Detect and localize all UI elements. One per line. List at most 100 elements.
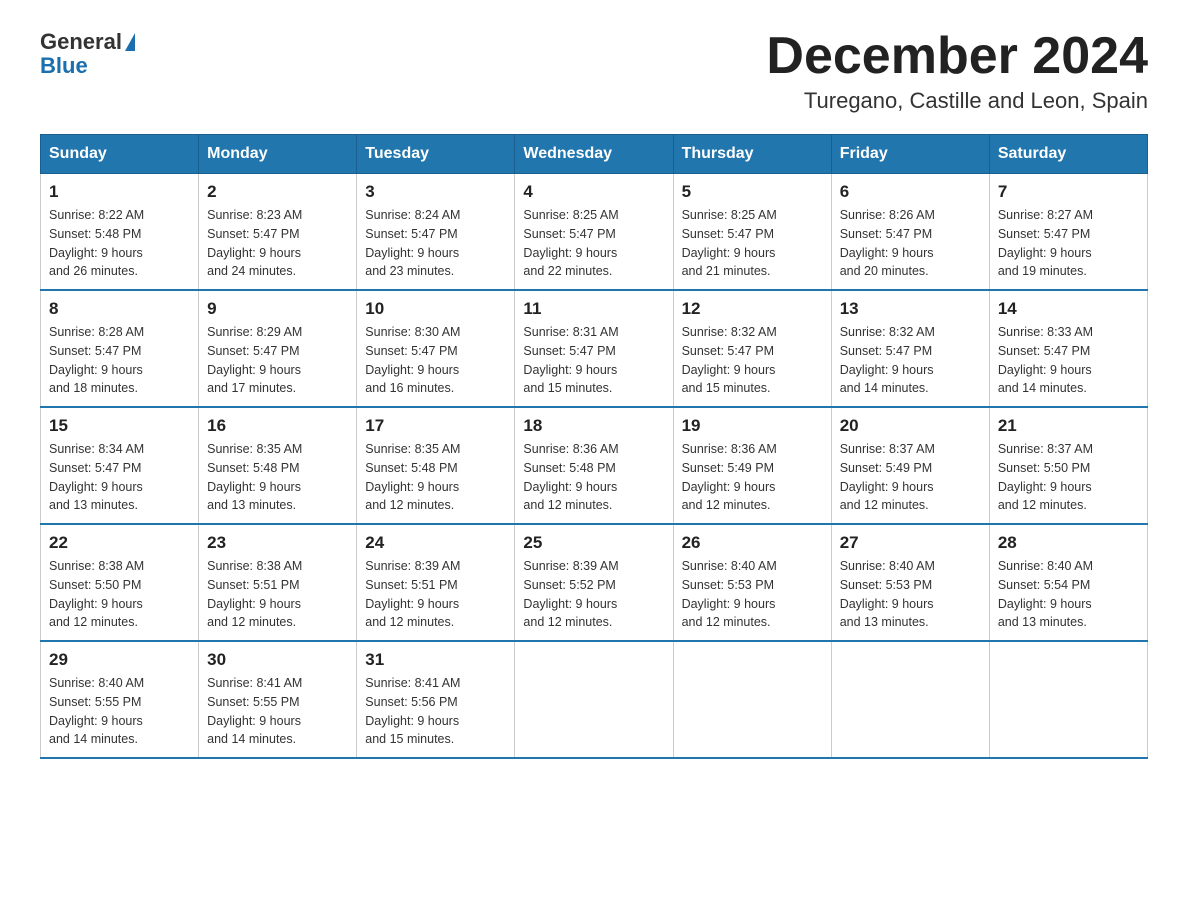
calendar-table: SundayMondayTuesdayWednesdayThursdayFrid… bbox=[40, 134, 1148, 759]
calendar-cell: 23Sunrise: 8:38 AMSunset: 5:51 PMDayligh… bbox=[199, 524, 357, 641]
day-info: Sunrise: 8:32 AMSunset: 5:47 PMDaylight:… bbox=[682, 323, 823, 398]
day-number: 18 bbox=[523, 416, 664, 436]
calendar-week-row: 29 Sunrise: 8:40 AMSunset: 5:55 PMDayligh… bbox=[41, 641, 1148, 758]
day-info: Sunrise: 8:40 AMSunset: 5:54 PMDaylight:… bbox=[998, 557, 1139, 632]
day-number: 8 bbox=[49, 299, 190, 319]
day-info: Sunrise: 8:26 AMSunset: 5:47 PMDaylight:… bbox=[840, 206, 981, 281]
calendar-week-row: 15Sunrise: 8:34 AMSunset: 5:47 PMDayligh… bbox=[41, 407, 1148, 524]
day-info: Sunrise: 8:33 AMSunset: 5:47 PMDaylight:… bbox=[998, 323, 1139, 398]
calendar-cell: 29 Sunrise: 8:40 AMSunset: 5:55 PMDayligh… bbox=[41, 641, 199, 758]
calendar-header-tuesday: Tuesday bbox=[357, 135, 515, 174]
calendar-cell: 17 Sunrise: 8:35 AMSunset: 5:48 PMDayligh… bbox=[357, 407, 515, 524]
day-number: 23 bbox=[207, 533, 348, 553]
day-info: Sunrise: 8:36 AMSunset: 5:49 PMDaylight:… bbox=[682, 440, 823, 515]
day-info: Sunrise: 8:24 AMSunset: 5:47 PMDaylight:… bbox=[365, 206, 506, 281]
day-number: 24 bbox=[365, 533, 506, 553]
calendar-cell: 19Sunrise: 8:36 AMSunset: 5:49 PMDayligh… bbox=[673, 407, 831, 524]
day-info: Sunrise: 8:40 AMSunset: 5:53 PMDaylight:… bbox=[840, 557, 981, 632]
calendar-cell: 15Sunrise: 8:34 AMSunset: 5:47 PMDayligh… bbox=[41, 407, 199, 524]
calendar-cell: 9 Sunrise: 8:29 AMSunset: 5:47 PMDaylight… bbox=[199, 290, 357, 407]
day-number: 12 bbox=[682, 299, 823, 319]
day-number: 9 bbox=[207, 299, 348, 319]
calendar-cell: 10Sunrise: 8:30 AMSunset: 5:47 PMDayligh… bbox=[357, 290, 515, 407]
day-info: Sunrise: 8:25 AMSunset: 5:47 PMDaylight:… bbox=[682, 206, 823, 281]
day-number: 27 bbox=[840, 533, 981, 553]
calendar-cell: 13 Sunrise: 8:32 AMSunset: 5:47 PMDayligh… bbox=[831, 290, 989, 407]
logo: General Blue bbox=[40, 30, 135, 78]
calendar-header-row: SundayMondayTuesdayWednesdayThursdayFrid… bbox=[41, 135, 1148, 174]
calendar-cell: 4 Sunrise: 8:25 AMSunset: 5:47 PMDaylight… bbox=[515, 174, 673, 291]
day-info: Sunrise: 8:32 AMSunset: 5:47 PMDaylight:… bbox=[840, 323, 981, 398]
logo-triangle-icon bbox=[125, 33, 135, 51]
day-info: Sunrise: 8:40 AMSunset: 5:55 PMDaylight:… bbox=[49, 674, 190, 749]
day-number: 2 bbox=[207, 182, 348, 202]
day-number: 15 bbox=[49, 416, 190, 436]
month-title: December 2024 bbox=[766, 30, 1148, 82]
day-info: Sunrise: 8:41 AMSunset: 5:56 PMDaylight:… bbox=[365, 674, 506, 749]
day-info: Sunrise: 8:35 AMSunset: 5:48 PMDaylight:… bbox=[207, 440, 348, 515]
page-header: General Blue December 2024 Turegano, Cas… bbox=[40, 30, 1148, 114]
calendar-header-friday: Friday bbox=[831, 135, 989, 174]
calendar-cell: 20Sunrise: 8:37 AMSunset: 5:49 PMDayligh… bbox=[831, 407, 989, 524]
calendar-header-saturday: Saturday bbox=[989, 135, 1147, 174]
day-info: Sunrise: 8:36 AMSunset: 5:48 PMDaylight:… bbox=[523, 440, 664, 515]
day-number: 17 bbox=[365, 416, 506, 436]
day-number: 1 bbox=[49, 182, 190, 202]
calendar-cell: 2 Sunrise: 8:23 AMSunset: 5:47 PMDaylight… bbox=[199, 174, 357, 291]
calendar-cell: 14 Sunrise: 8:33 AMSunset: 5:47 PMDayligh… bbox=[989, 290, 1147, 407]
day-number: 7 bbox=[998, 182, 1139, 202]
day-info: Sunrise: 8:38 AMSunset: 5:50 PMDaylight:… bbox=[49, 557, 190, 632]
calendar-week-row: 1 Sunrise: 8:22 AMSunset: 5:48 PMDaylight… bbox=[41, 174, 1148, 291]
day-number: 28 bbox=[998, 533, 1139, 553]
day-info: Sunrise: 8:31 AMSunset: 5:47 PMDaylight:… bbox=[523, 323, 664, 398]
calendar-cell: 18 Sunrise: 8:36 AMSunset: 5:48 PMDayligh… bbox=[515, 407, 673, 524]
day-info: Sunrise: 8:30 AMSunset: 5:47 PMDaylight:… bbox=[365, 323, 506, 398]
calendar-cell: 5 Sunrise: 8:25 AMSunset: 5:47 PMDaylight… bbox=[673, 174, 831, 291]
day-info: Sunrise: 8:29 AMSunset: 5:47 PMDaylight:… bbox=[207, 323, 348, 398]
calendar-cell bbox=[673, 641, 831, 758]
calendar-cell: 30Sunrise: 8:41 AMSunset: 5:55 PMDayligh… bbox=[199, 641, 357, 758]
day-info: Sunrise: 8:39 AMSunset: 5:52 PMDaylight:… bbox=[523, 557, 664, 632]
calendar-cell: 25 Sunrise: 8:39 AMSunset: 5:52 PMDayligh… bbox=[515, 524, 673, 641]
calendar-cell: 16 Sunrise: 8:35 AMSunset: 5:48 PMDayligh… bbox=[199, 407, 357, 524]
calendar-cell: 22Sunrise: 8:38 AMSunset: 5:50 PMDayligh… bbox=[41, 524, 199, 641]
day-number: 5 bbox=[682, 182, 823, 202]
calendar-cell: 3 Sunrise: 8:24 AMSunset: 5:47 PMDaylight… bbox=[357, 174, 515, 291]
calendar-cell: 27 Sunrise: 8:40 AMSunset: 5:53 PMDayligh… bbox=[831, 524, 989, 641]
title-block: December 2024 Turegano, Castille and Leo… bbox=[766, 30, 1148, 114]
day-number: 6 bbox=[840, 182, 981, 202]
day-info: Sunrise: 8:27 AMSunset: 5:47 PMDaylight:… bbox=[998, 206, 1139, 281]
day-info: Sunrise: 8:35 AMSunset: 5:48 PMDaylight:… bbox=[365, 440, 506, 515]
calendar-cell: 11Sunrise: 8:31 AMSunset: 5:47 PMDayligh… bbox=[515, 290, 673, 407]
calendar-cell: 6 Sunrise: 8:26 AMSunset: 5:47 PMDaylight… bbox=[831, 174, 989, 291]
calendar-cell bbox=[989, 641, 1147, 758]
day-number: 4 bbox=[523, 182, 664, 202]
day-info: Sunrise: 8:23 AMSunset: 5:47 PMDaylight:… bbox=[207, 206, 348, 281]
calendar-cell: 31Sunrise: 8:41 AMSunset: 5:56 PMDayligh… bbox=[357, 641, 515, 758]
day-number: 21 bbox=[998, 416, 1139, 436]
day-info: Sunrise: 8:41 AMSunset: 5:55 PMDaylight:… bbox=[207, 674, 348, 749]
location-title: Turegano, Castille and Leon, Spain bbox=[766, 88, 1148, 114]
calendar-header-thursday: Thursday bbox=[673, 135, 831, 174]
day-number: 25 bbox=[523, 533, 664, 553]
day-info: Sunrise: 8:40 AMSunset: 5:53 PMDaylight:… bbox=[682, 557, 823, 632]
day-number: 16 bbox=[207, 416, 348, 436]
calendar-cell: 12 Sunrise: 8:32 AMSunset: 5:47 PMDayligh… bbox=[673, 290, 831, 407]
calendar-cell bbox=[831, 641, 989, 758]
calendar-cell: 7 Sunrise: 8:27 AMSunset: 5:47 PMDaylight… bbox=[989, 174, 1147, 291]
calendar-cell: 1 Sunrise: 8:22 AMSunset: 5:48 PMDaylight… bbox=[41, 174, 199, 291]
day-number: 3 bbox=[365, 182, 506, 202]
day-number: 13 bbox=[840, 299, 981, 319]
calendar-week-row: 8 Sunrise: 8:28 AMSunset: 5:47 PMDaylight… bbox=[41, 290, 1148, 407]
day-info: Sunrise: 8:22 AMSunset: 5:48 PMDaylight:… bbox=[49, 206, 190, 281]
calendar-header-wednesday: Wednesday bbox=[515, 135, 673, 174]
day-number: 20 bbox=[840, 416, 981, 436]
day-number: 14 bbox=[998, 299, 1139, 319]
calendar-cell: 26 Sunrise: 8:40 AMSunset: 5:53 PMDayligh… bbox=[673, 524, 831, 641]
day-info: Sunrise: 8:25 AMSunset: 5:47 PMDaylight:… bbox=[523, 206, 664, 281]
day-info: Sunrise: 8:28 AMSunset: 5:47 PMDaylight:… bbox=[49, 323, 190, 398]
day-number: 26 bbox=[682, 533, 823, 553]
day-number: 29 bbox=[49, 650, 190, 670]
calendar-week-row: 22Sunrise: 8:38 AMSunset: 5:50 PMDayligh… bbox=[41, 524, 1148, 641]
calendar-cell: 21Sunrise: 8:37 AMSunset: 5:50 PMDayligh… bbox=[989, 407, 1147, 524]
